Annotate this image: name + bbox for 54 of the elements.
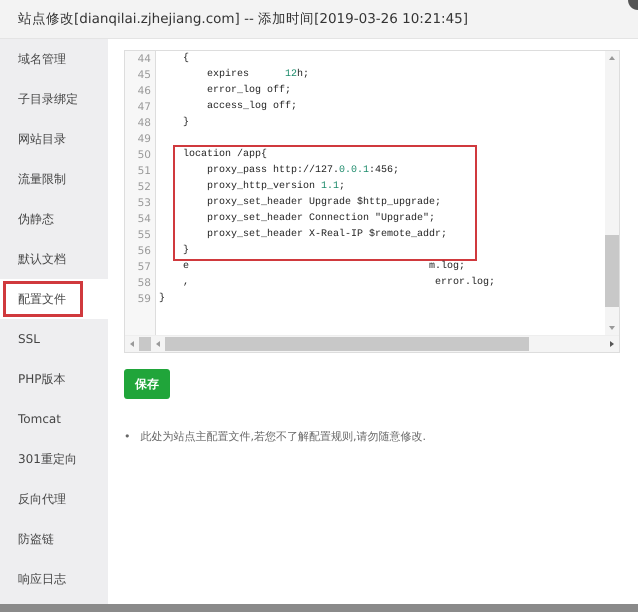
line-number: 58 xyxy=(136,276,152,291)
line-number: 55 xyxy=(136,228,152,243)
code-line: error_log off; xyxy=(206,84,292,98)
sidebar-item[interactable]: 默认文档 xyxy=(0,239,108,279)
code-line: , error.log; xyxy=(182,276,496,290)
code-line: } xyxy=(182,244,190,258)
line-number: 52 xyxy=(136,180,152,195)
sidebar-item[interactable]: 防盗链 xyxy=(0,519,108,559)
code-line: proxy_set_header Upgrade $http_upgrade; xyxy=(206,196,442,210)
sidebar-item[interactable]: 子目录绑定 xyxy=(0,79,108,119)
line-number: 56 xyxy=(136,244,152,259)
sidebar-item[interactable]: 流量限制 xyxy=(0,159,108,199)
line-number: 53 xyxy=(136,196,152,211)
code-line: { xyxy=(182,52,190,66)
code-line: location /app{ xyxy=(182,148,268,162)
code-line: proxy_set_header X-Real-IP $remote_addr; xyxy=(206,228,448,242)
sidebar-item[interactable]: PHP版本 xyxy=(0,359,108,399)
sidebar-item[interactable]: 网站目录 xyxy=(0,119,108,159)
sidebar-item[interactable]: SSL xyxy=(0,319,108,359)
sidebar-item[interactable]: 反向代理 xyxy=(0,479,108,519)
code-line: access_log off; xyxy=(206,100,298,114)
sidebar-item[interactable]: 配置文件 xyxy=(3,281,83,317)
code-editor[interactable] xyxy=(124,50,620,353)
vertical-scrollbar[interactable] xyxy=(605,51,619,335)
code-line: e m.log; xyxy=(182,260,466,274)
scrollbar-thumb[interactable] xyxy=(605,235,619,307)
code-line: } xyxy=(182,116,190,130)
note-text: 此处为站点主配置文件,若您不了解配置规则,请勿随意修改. xyxy=(140,429,426,445)
scrollbar-thumb[interactable] xyxy=(165,337,529,351)
scrollbar-thumb[interactable] xyxy=(139,337,151,351)
sidebar-item[interactable]: 301重定向 xyxy=(0,439,108,479)
line-number: 54 xyxy=(136,212,152,227)
line-number: 44 xyxy=(136,52,152,67)
line-number: 50 xyxy=(136,148,152,163)
line-number: 47 xyxy=(136,100,152,115)
line-number: 51 xyxy=(136,164,152,179)
line-number: 49 xyxy=(136,132,152,147)
window-title: 站点修改[dianqilai.zjhejiang.com] -- 添加时间[2019-03-26 10:21:45] xyxy=(18,10,468,28)
line-number: 59 xyxy=(136,292,152,307)
sidebar-item[interactable]: 响应日志 xyxy=(0,559,108,599)
horizontal-scrollbar[interactable] xyxy=(125,335,619,352)
sidebar-item[interactable]: Tomcat xyxy=(0,399,108,439)
bullet: • xyxy=(124,429,130,445)
line-number: 48 xyxy=(136,116,152,131)
line-number: 45 xyxy=(136,68,152,83)
code-line: } xyxy=(159,292,166,306)
line-number: 46 xyxy=(136,84,152,99)
code-line: proxy_http_version 1.1; xyxy=(206,180,346,194)
line-number: 57 xyxy=(136,260,152,275)
code-line: proxy_pass http://127.0.0.1:456; xyxy=(206,164,400,178)
code-line: proxy_set_header Connection "Upgrade"; xyxy=(206,212,436,226)
sidebar-item[interactable]: 域名管理 xyxy=(0,39,108,79)
code-line: expires 12h; xyxy=(206,68,310,82)
sidebar-item[interactable]: 伪静态 xyxy=(0,199,108,239)
